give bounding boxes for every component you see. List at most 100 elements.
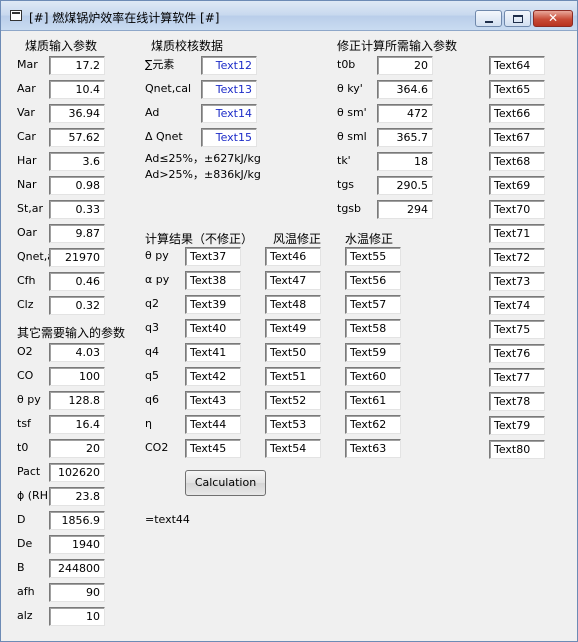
right-output-field[interactable]: Text80	[489, 440, 545, 459]
wind-result-field[interactable]: Text52	[265, 391, 321, 410]
other-param-input[interactable]: 102620	[49, 463, 105, 482]
right-output-field[interactable]: Text65	[489, 80, 545, 99]
result-field[interactable]: Text43	[185, 391, 241, 410]
wind-result-field[interactable]: Text50	[265, 343, 321, 362]
minimize-button[interactable]	[475, 10, 502, 27]
coal-param-input[interactable]: 3.6	[49, 152, 105, 171]
right-output-field[interactable]: Text64	[489, 56, 545, 75]
result-field[interactable]: Text41	[185, 343, 241, 362]
correction-input[interactable]: 472	[377, 104, 433, 123]
coal-param-input[interactable]: 17.2	[49, 56, 105, 75]
other-param-input[interactable]: 1940	[49, 535, 105, 554]
field-label: CO	[17, 369, 34, 382]
right-output-field[interactable]: Text73	[489, 272, 545, 291]
coal-param-input[interactable]: 9.87	[49, 224, 105, 243]
result-label: α py	[145, 273, 170, 286]
maximize-button[interactable]	[504, 10, 531, 27]
water-result-field[interactable]: Text62	[345, 415, 401, 434]
field-label: alz	[17, 609, 33, 622]
field-label: Aar	[17, 82, 36, 95]
field-label: D	[17, 513, 26, 526]
coal-param-input[interactable]: 0.98	[49, 176, 105, 195]
other-param-input[interactable]: 16.4	[49, 415, 105, 434]
correction-input[interactable]: 294	[377, 200, 433, 219]
water-result-field[interactable]: Text58	[345, 319, 401, 338]
check-output-field[interactable]: Text15	[201, 128, 257, 147]
right-output-field[interactable]: Text72	[489, 248, 545, 267]
correction-input[interactable]: 20	[377, 56, 433, 75]
check-output-field[interactable]: Text13	[201, 80, 257, 99]
right-output-field[interactable]: Text74	[489, 296, 545, 315]
correction-input[interactable]: 365.7	[377, 128, 433, 147]
coal-param-input[interactable]: 21970	[49, 248, 105, 267]
wind-result-field[interactable]: Text47	[265, 271, 321, 290]
water-result-field[interactable]: Text55	[345, 247, 401, 266]
wind-result-field[interactable]: Text53	[265, 415, 321, 434]
check-output-field[interactable]: Text14	[201, 104, 257, 123]
right-output-field[interactable]: Text79	[489, 416, 545, 435]
wind-result-field[interactable]: Text49	[265, 319, 321, 338]
correction-label: θ sm'	[337, 106, 367, 119]
other-param-input[interactable]: 244800	[49, 559, 105, 578]
coal-param-input[interactable]: 57.62	[49, 128, 105, 147]
right-output-field[interactable]: Text76	[489, 344, 545, 363]
results-header: 计算结果（不修正）	[145, 232, 254, 246]
right-output-field[interactable]: Text77	[489, 368, 545, 387]
field-label: Oar	[17, 226, 37, 239]
right-output-field[interactable]: Text70	[489, 200, 545, 219]
other-param-input[interactable]: 128.8	[49, 391, 105, 410]
calculation-button[interactable]: Calculation	[185, 470, 266, 496]
other-param-input[interactable]: 23.8	[49, 487, 105, 506]
right-output-field[interactable]: Text67	[489, 128, 545, 147]
field-label: Car	[17, 130, 36, 143]
other-param-input[interactable]: 4.03	[49, 343, 105, 362]
right-output-field[interactable]: Text69	[489, 176, 545, 195]
field-label: Har	[17, 154, 37, 167]
right-output-field[interactable]: Text71	[489, 224, 545, 243]
coal-param-input[interactable]: 36.94	[49, 104, 105, 123]
other-param-input[interactable]: 10	[49, 607, 105, 626]
correction-input[interactable]: 364.6	[377, 80, 433, 99]
other-param-input[interactable]: 90	[49, 583, 105, 602]
other-param-input[interactable]: 1856.9	[49, 511, 105, 530]
wind-result-field[interactable]: Text48	[265, 295, 321, 314]
water-result-field[interactable]: Text57	[345, 295, 401, 314]
result-field[interactable]: Text45	[185, 439, 241, 458]
wind-result-field[interactable]: Text51	[265, 367, 321, 386]
wind-result-field[interactable]: Text46	[265, 247, 321, 266]
field-label: Nar	[17, 178, 37, 191]
right-output-field[interactable]: Text75	[489, 320, 545, 339]
result-field[interactable]: Text44	[185, 415, 241, 434]
title-bar[interactable]: [#] 燃煤锅炉效率在线计算软件 [#] ✕	[1, 1, 577, 31]
result-label: CO2	[145, 441, 169, 454]
result-field[interactable]: Text40	[185, 319, 241, 338]
right-output-field[interactable]: Text68	[489, 152, 545, 171]
right-output-field[interactable]: Text78	[489, 392, 545, 411]
result-field[interactable]: Text42	[185, 367, 241, 386]
wind-result-field[interactable]: Text54	[265, 439, 321, 458]
close-button[interactable]: ✕	[533, 10, 573, 27]
water-result-field[interactable]: Text56	[345, 271, 401, 290]
field-label: Clz	[17, 298, 34, 311]
water-correction-header: 水温修正	[345, 232, 394, 246]
right-output-field[interactable]: Text66	[489, 104, 545, 123]
coal-param-input[interactable]: 0.46	[49, 272, 105, 291]
correction-label: tgsb	[337, 202, 362, 215]
result-field[interactable]: Text38	[185, 271, 241, 290]
coal-param-input[interactable]: 10.4	[49, 80, 105, 99]
water-result-field[interactable]: Text61	[345, 391, 401, 410]
correction-input[interactable]: 18	[377, 152, 433, 171]
other-input-header: 其它需要输入的参数	[17, 326, 126, 340]
water-result-field[interactable]: Text63	[345, 439, 401, 458]
other-param-input[interactable]: 20	[49, 439, 105, 458]
other-param-input[interactable]: 100	[49, 367, 105, 386]
water-result-field[interactable]: Text60	[345, 367, 401, 386]
coal-param-input[interactable]: 0.32	[49, 296, 105, 315]
correction-label: t0b	[337, 58, 356, 71]
check-output-field[interactable]: Text12	[201, 56, 257, 75]
water-result-field[interactable]: Text59	[345, 343, 401, 362]
result-field[interactable]: Text37	[185, 247, 241, 266]
result-field[interactable]: Text39	[185, 295, 241, 314]
coal-param-input[interactable]: 0.33	[49, 200, 105, 219]
correction-input[interactable]: 290.5	[377, 176, 433, 195]
